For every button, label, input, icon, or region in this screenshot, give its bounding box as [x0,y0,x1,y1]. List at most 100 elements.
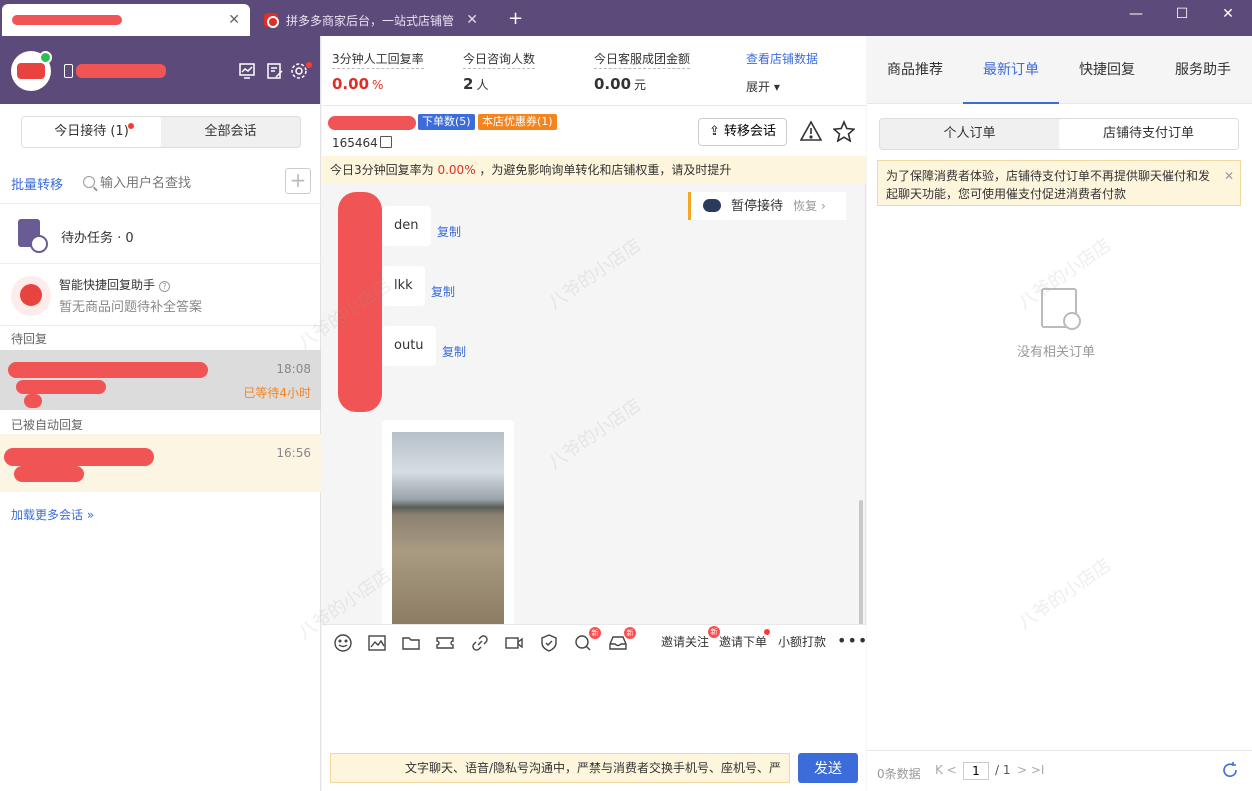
tab-product-recommend[interactable]: 商品推荐 [873,36,957,104]
load-more-link[interactable]: 加载更多会话 » [11,506,94,523]
invite-follow-button[interactable]: 邀请关注 [661,633,709,650]
prev-page-button[interactable]: K < [935,763,957,777]
empty-orders-icon [1041,288,1081,330]
video-icon[interactable] [504,633,524,653]
tab-latest-orders[interactable]: 最新订单 [963,36,1059,104]
conversation-time: 18:08 [276,362,311,376]
tab-quick-reply[interactable]: 快捷回复 [1065,36,1149,104]
invite-order-button[interactable]: 邀请下单 [719,633,767,650]
maximize-button[interactable]: ☐ [1172,6,1192,22]
chart-icon[interactable] [238,62,256,80]
coupon-badge[interactable]: 本店优惠券(1) [478,114,557,130]
star-icon[interactable] [833,120,855,142]
conversation-item[interactable]: 16:56 [0,434,321,492]
conversation-item[interactable]: 18:08 已等待4小时 [0,350,321,410]
close-icon[interactable]: ✕ [1224,167,1234,185]
browser-tab-pdd[interactable]: 拼多多商家后台，一站式店铺管 ✕ [254,4,488,36]
stat-group-amount: 今日客服成团金额 0.00 元 [594,52,691,93]
message-list: 暂停接待 恢复 › den 复制 lkk 复制 outu 复制 [322,184,866,624]
link-icon[interactable] [470,633,490,653]
assistant-subtitle: 暂无商品问题待补全答案 [59,300,203,315]
beach-photo [392,432,504,624]
message-bubble: lkk [382,266,425,306]
conversation-time: 16:56 [276,446,311,460]
message-image[interactable] [382,420,514,624]
reply-rate-notice: 今日3分钟回复率为 0.00% ，为避免影响询单转化和店铺权重，请及时提升 [322,156,866,184]
assistant-title: 智能快捷回复助手 [59,278,156,292]
order-notice: 为了保障消费者体验，店铺待支付订单不再提供聊天催付和发起聊天功能，您可使用催支付… [877,160,1241,206]
tab-all-conversations[interactable]: 全部会话 [161,117,300,147]
redacted-username [76,64,166,78]
small-payment-button[interactable]: 小额打款 [778,633,826,650]
view-store-data-link[interactable]: 查看店铺数据 [746,50,818,67]
pause-reception-bar[interactable]: 暂停接待 恢复 › [688,192,846,220]
edit-icon[interactable] [380,136,392,148]
todo-label: 待办任务 · 0 [61,231,134,246]
search-icon [83,176,95,188]
stat-reply-rate: 3分钟人工回复率 0.00% [332,52,424,93]
copy-link[interactable]: 复制 [431,283,455,300]
search-input[interactable] [100,171,270,195]
compliance-warning: 文字聊天、语音/隐私号沟通中，严禁与消费者交换手机号、座机号、严 [330,753,790,783]
help-icon[interactable]: ? [159,281,171,292]
waiting-status: 已等待4小时 [243,386,311,400]
send-button[interactable]: 发送 [798,753,858,783]
order-count-badge[interactable]: 下单数(5) [418,114,475,130]
emoji-icon[interactable] [333,633,353,653]
tab-service-assistant[interactable]: 服务助手 [1161,36,1245,104]
online-status-icon [39,51,52,64]
smart-reply-assistant[interactable]: 智能快捷回复助手? 暂无商品问题待补全答案 [0,266,321,326]
refresh-icon[interactable] [1221,761,1239,779]
order-panel: 商品推荐 最新订单 快捷回复 服务助手 个人订单 店铺待支付订单 为了保障消费者… [867,36,1252,791]
profile-bar [0,36,320,104]
share-icon: ⇪ [708,124,724,139]
stat-consult-count: 今日咨询人数 2人 [463,52,536,93]
chat-scrollbar[interactable] [859,500,863,624]
warning-icon[interactable] [800,120,822,142]
chat-panel: 3分钟人工回复率 0.00% 今日咨询人数 2人 今日客服成团金额 0.00 元 … [322,36,868,791]
chat-header: 下单数(5) 本店优惠券(1) 165464 ⇪ 转移会话 [322,106,866,156]
close-icon[interactable]: ✕ [466,12,478,28]
browser-tab-active[interactable]: ✕ [2,4,250,36]
close-icon[interactable]: ✕ [228,12,240,28]
image-icon[interactable] [367,633,387,653]
shield-icon[interactable] [539,633,559,653]
folder-icon[interactable] [401,633,421,653]
tab-personal-orders[interactable]: 个人订单 [880,119,1059,149]
minimize-button[interactable]: — [1126,6,1146,22]
more-icon[interactable]: ••• [837,631,868,650]
page-number-input[interactable] [963,762,989,780]
alert-dot [764,629,770,635]
next-page-button[interactable]: > >I [1017,763,1044,777]
caret-down-icon: ▾ [773,80,780,94]
page-total: / 1 [995,763,1011,777]
todo-tasks-row[interactable]: 待办任务 · 0 [0,206,321,264]
inbox-icon[interactable]: 新 [608,627,636,653]
tab-title: 拼多多商家后台，一站式店铺管 [286,13,455,28]
title-bar: ✕ 拼多多商家后台，一站式店铺管 ✕ + — ☐ ✕ [0,0,1252,36]
stats-bar: 3分钟人工回复率 0.00% 今日咨询人数 2人 今日客服成团金额 0.00 元 … [322,36,866,106]
tab-today-reception[interactable]: 今日接待 (1) [22,117,161,147]
expand-dropdown[interactable]: 展开 ▾ [746,78,780,95]
copy-link[interactable]: 复制 [442,343,466,360]
message-bubble: den [382,206,431,246]
coupon-icon[interactable] [435,633,455,653]
edit-note-icon[interactable] [266,62,284,80]
batch-transfer-link[interactable]: 批量转移 [11,174,63,193]
phone-icon [64,64,73,78]
close-window-button[interactable]: ✕ [1218,6,1238,22]
unread-dot [128,123,134,129]
pagination: 0条数据 K < / 1 > >I [867,750,1252,791]
new-badge: 新 [624,627,636,639]
order-type-tabs: 个人订单 店铺待支付订单 [879,118,1239,150]
add-button[interactable]: + [285,168,311,194]
new-tab-button[interactable]: + [508,8,523,29]
auto-replied-label: 已被自动回复 [11,418,84,432]
tab-store-pending-orders[interactable]: 店铺待支付订单 [1059,119,1238,149]
pdd-logo-icon [264,13,279,28]
transfer-conversation-button[interactable]: ⇪ 转移会话 [698,118,787,146]
copy-link[interactable]: 复制 [437,223,461,240]
restore-link[interactable]: 恢复 › [793,199,826,213]
search-order-icon[interactable]: 新 [573,627,601,653]
conversation-sidebar: 今日接待 (1) 全部会话 批量转移 + 待办任务 · 0 智能快捷回复助手? … [0,36,321,791]
